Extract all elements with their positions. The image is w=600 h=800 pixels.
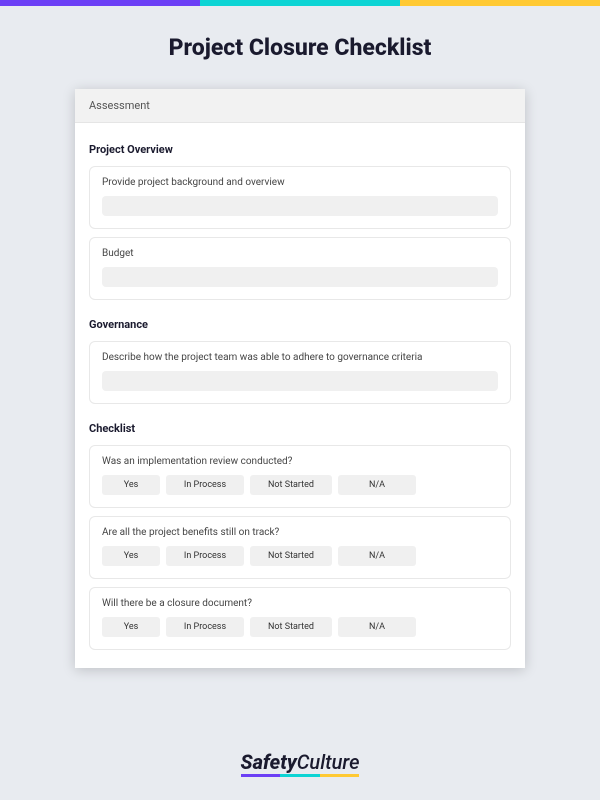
q1-option-not-started[interactable]: Not Started (250, 475, 332, 495)
q2-option-not-started[interactable]: Not Started (250, 546, 332, 566)
field-card-background: Provide project background and overview (89, 166, 511, 229)
q2-option-na[interactable]: N/A (338, 546, 416, 566)
tab-assessment[interactable]: Assessment (75, 89, 525, 123)
checklist-q3: Will there be a closure document? Yes In… (89, 587, 511, 650)
brand-underline (241, 774, 360, 777)
field-label-background: Provide project background and overview (102, 177, 498, 188)
q1-option-yes[interactable]: Yes (102, 475, 160, 495)
q3-option-in-process[interactable]: In Process (166, 617, 244, 637)
q2-option-in-process[interactable]: In Process (166, 546, 244, 566)
background-input[interactable] (102, 196, 498, 216)
q2-options: Yes In Process Not Started N/A (102, 546, 498, 566)
stripe-teal (200, 0, 400, 6)
q3-option-not-started[interactable]: Not Started (250, 617, 332, 637)
section-title-overview: Project Overview (89, 143, 511, 156)
q1-option-na[interactable]: N/A (338, 475, 416, 495)
top-accent-stripe (0, 0, 600, 6)
brand-part2: Culture (297, 750, 360, 774)
brand-part1: Safety (241, 750, 297, 774)
q1-option-in-process[interactable]: In Process (166, 475, 244, 495)
field-card-governance: Describe how the project team was able t… (89, 341, 511, 404)
field-label-governance: Describe how the project team was able t… (102, 352, 498, 363)
q2-label: Are all the project benefits still on tr… (102, 527, 498, 538)
form-container: Assessment Project Overview Provide proj… (75, 89, 525, 668)
budget-input[interactable] (102, 267, 498, 287)
stripe-purple (0, 0, 200, 6)
governance-input[interactable] (102, 371, 498, 391)
brand-logo: SafetyCulture (241, 750, 360, 774)
q2-option-yes[interactable]: Yes (102, 546, 160, 566)
field-label-budget: Budget (102, 248, 498, 259)
stripe-yellow (400, 0, 600, 6)
form-inner: Project Overview Provide project backgro… (75, 123, 525, 650)
q3-option-na[interactable]: N/A (338, 617, 416, 637)
checklist-q1: Was an implementation review conducted? … (89, 445, 511, 508)
field-card-budget: Budget (89, 237, 511, 300)
section-title-checklist: Checklist (89, 422, 511, 435)
q3-label: Will there be a closure document? (102, 598, 498, 609)
q3-option-yes[interactable]: Yes (102, 617, 160, 637)
checklist-q2: Are all the project benefits still on tr… (89, 516, 511, 579)
q1-options: Yes In Process Not Started N/A (102, 475, 498, 495)
q3-options: Yes In Process Not Started N/A (102, 617, 498, 637)
page-title: Project Closure Checklist (0, 34, 600, 61)
section-title-governance: Governance (89, 318, 511, 331)
brand-footer: SafetyCulture (0, 750, 600, 774)
q1-label: Was an implementation review conducted? (102, 456, 498, 467)
